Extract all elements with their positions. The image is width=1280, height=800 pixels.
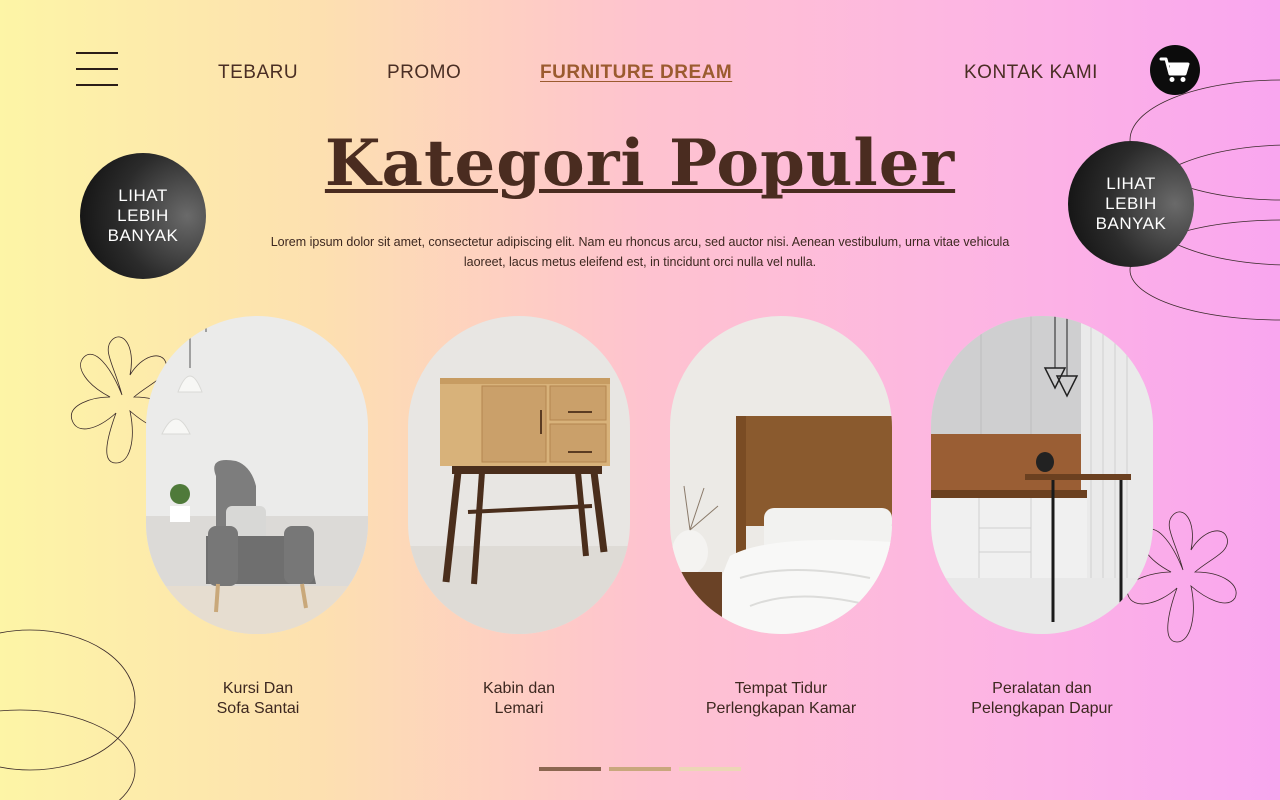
- hamburger-menu-icon[interactable]: [76, 52, 118, 86]
- armchair-photo: [146, 316, 368, 634]
- kitchen-photo: [931, 316, 1153, 634]
- category-card-armchair[interactable]: [146, 316, 368, 634]
- nav-link-tebaru[interactable]: TEBARU: [218, 62, 298, 84]
- nav-link-promo[interactable]: PROMO: [387, 62, 461, 84]
- pagination-dot-3[interactable]: [679, 767, 741, 771]
- category-label-cabinet: Kabin dan Lemari: [482, 680, 556, 717]
- category-label-kitchen: Peralatan dan Pelengkapan Dapur: [971, 680, 1113, 717]
- wooden-cabinet-photo: [408, 316, 630, 634]
- category-card-cabinet[interactable]: [408, 316, 630, 634]
- page-title: Kategori Populer: [324, 126, 956, 201]
- page-subtitle: Lorem ipsum dolor sit amet, consectetur …: [270, 235, 1010, 269]
- pagination-dot-2[interactable]: [609, 767, 671, 771]
- nav-link-kontak-kami[interactable]: KONTAK KAMI: [964, 62, 1098, 84]
- cart-button[interactable]: [1150, 45, 1200, 95]
- shopping-cart-icon: [1159, 57, 1190, 82]
- category-card-bed[interactable]: [670, 316, 892, 634]
- see-more-button-left[interactable]: LIHAT LEBIH BANYAK: [80, 153, 206, 279]
- decorative-ellipse-left: [0, 629, 136, 800]
- category-card-kitchen[interactable]: [931, 316, 1153, 634]
- see-more-label-right: LIHAT LEBIH BANYAK: [1095, 174, 1167, 233]
- category-label-armchair: Kursi Dan Sofa Santai: [216, 680, 300, 717]
- see-more-label-left: LIHAT LEBIH BANYAK: [107, 186, 179, 245]
- see-more-button-right[interactable]: LIHAT LEBIH BANYAK: [1068, 141, 1194, 267]
- nav-link-furniture-dream[interactable]: FURNITURE DREAM: [540, 62, 732, 84]
- pagination-dot-1[interactable]: [539, 767, 601, 771]
- bed-photo: [670, 316, 892, 634]
- category-label-bed: Tempat Tidur Perlengkapan Kamar: [705, 680, 857, 717]
